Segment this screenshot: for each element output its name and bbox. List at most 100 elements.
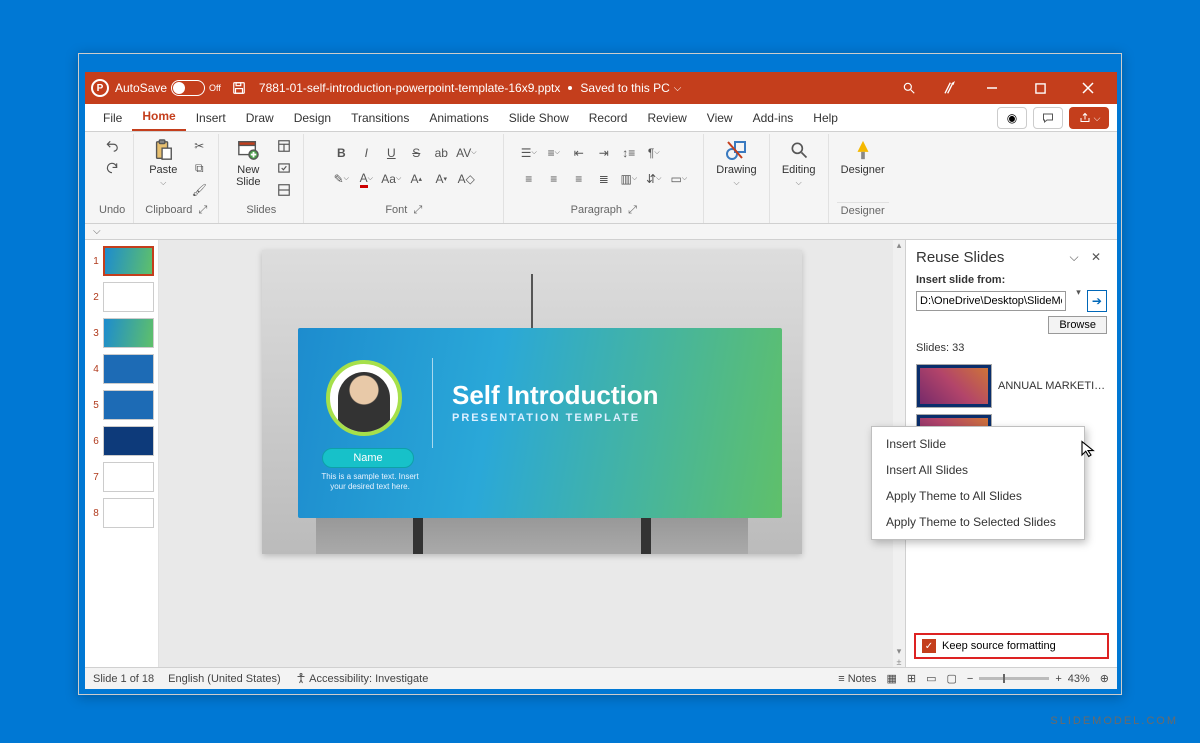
copy-button[interactable]: ⧉ (188, 158, 210, 178)
thumbnail-5[interactable]: 5 (89, 390, 154, 420)
thumbnail-1[interactable]: 1 (89, 246, 154, 276)
bullets-button[interactable]: ☰⌵ (518, 142, 540, 164)
indent-inc-button[interactable]: ⇥ (593, 142, 615, 164)
insert-from-label: Insert slide from: (916, 274, 1107, 286)
align-right-button[interactable]: ≡ (568, 168, 590, 190)
sorter-view-icon[interactable]: ⊞ (907, 672, 916, 685)
menu-item-apply-theme-to-selected-slides[interactable]: Apply Theme to Selected Slides (872, 509, 1084, 535)
indent-dec-button[interactable]: ⇤ (568, 142, 590, 164)
layout-button[interactable] (273, 136, 295, 156)
keep-source-formatting[interactable]: ✓ Keep source formatting (914, 633, 1109, 659)
normal-view-icon[interactable]: ▦ (886, 672, 896, 685)
chevron-down-icon[interactable]: ⌵ (1063, 246, 1085, 268)
justify-button[interactable]: ≣ (593, 168, 615, 190)
textdir-button[interactable]: ¶⌵ (643, 142, 665, 164)
menu-item-insert-slide[interactable]: Insert Slide (872, 431, 1084, 457)
zoom-slider[interactable] (979, 677, 1049, 680)
reuse-slide-item[interactable]: ANNUAL MARKETING... (916, 364, 1107, 408)
notes-button[interactable]: ≡ Notes (838, 673, 876, 685)
tab-file[interactable]: File (93, 105, 132, 131)
columns-button[interactable]: ▥⌵ (618, 168, 640, 190)
reading-view-icon[interactable]: ▭ (926, 672, 936, 685)
thumbnail-7[interactable]: 7 (89, 462, 154, 492)
ribbon-collapse-row[interactable]: ⌵ (85, 224, 1117, 240)
thumbnail-2[interactable]: 2 (89, 282, 154, 312)
cut-button[interactable]: ✂ (188, 136, 210, 156)
tab-review[interactable]: Review (637, 105, 696, 131)
save-icon[interactable] (231, 80, 247, 96)
minimize-button[interactable] (969, 72, 1015, 104)
shadow-button[interactable]: ab (430, 142, 452, 164)
zoom-in-icon[interactable]: + (1055, 673, 1061, 685)
tab-animations[interactable]: Animations (419, 105, 498, 131)
redo-button[interactable] (101, 158, 123, 178)
thumbnail-8[interactable]: 8 (89, 498, 154, 528)
grow-font-button[interactable]: A▴ (405, 168, 427, 190)
drawing-button[interactable]: Drawing⌵ (712, 136, 760, 190)
clear-format-button[interactable]: A◇ (455, 168, 477, 190)
tab-help[interactable]: Help (803, 105, 848, 131)
strike-button[interactable]: S (405, 142, 427, 164)
search-icon[interactable] (889, 72, 929, 104)
smartart-button[interactable]: ▭⌵ (668, 168, 690, 190)
tab-slide-show[interactable]: Slide Show (499, 105, 579, 131)
filename-area[interactable]: 7881-01-self-introduction-powerpoint-tem… (259, 81, 889, 95)
align-left-button[interactable]: ≡ (518, 168, 540, 190)
menu-item-insert-all-slides[interactable]: Insert All Slides (872, 457, 1084, 483)
underline-button[interactable]: U (380, 142, 402, 164)
slide-preview[interactable]: Self Introduction PRESENTATION TEMPLATE … (262, 250, 802, 554)
fit-to-window-icon[interactable]: ⊕ (1100, 672, 1109, 685)
slide-counter[interactable]: Slide 1 of 18 (93, 673, 154, 685)
thumbnail-3[interactable]: 3 (89, 318, 154, 348)
menu-item-apply-theme-to-all-slides[interactable]: Apply Theme to All Slides (872, 483, 1084, 509)
tab-view[interactable]: View (697, 105, 743, 131)
autosave-toggle[interactable]: AutoSave Off (115, 80, 221, 96)
browse-button[interactable]: Browse (1048, 316, 1107, 334)
highlight-button[interactable]: ✎⌵ (330, 168, 352, 190)
go-button[interactable]: ➔ (1087, 290, 1107, 312)
maximize-button[interactable] (1017, 72, 1063, 104)
close-button[interactable] (1065, 72, 1111, 104)
section-button[interactable] (273, 180, 295, 200)
format-painter-button[interactable]: 🖌 (188, 180, 210, 200)
fontcolor-button[interactable]: A⌵ (355, 168, 377, 190)
accessibility[interactable]: Accessibility: Investigate (295, 672, 429, 685)
slide-thumbnails[interactable]: 1 2 3 4 5 6 7 8 (85, 240, 159, 667)
tab-record[interactable]: Record (579, 105, 638, 131)
changecase-button[interactable]: Aa⌵ (380, 168, 402, 190)
insert-from-input[interactable] (916, 291, 1066, 311)
alignvert-button[interactable]: ⇵⌵ (643, 168, 665, 190)
paste-button[interactable]: Paste ⌵ (142, 136, 184, 190)
close-icon[interactable]: ✕ (1085, 246, 1107, 268)
checkbox-checked-icon[interactable]: ✓ (922, 639, 936, 653)
editing-button[interactable]: Editing⌵ (778, 136, 820, 190)
numbering-button[interactable]: ≡⌵ (543, 142, 565, 164)
linespace-button[interactable]: ↕≡ (618, 142, 640, 164)
tab-transitions[interactable]: Transitions (341, 105, 419, 131)
new-slide-button[interactable]: New Slide (227, 136, 269, 190)
align-center-button[interactable]: ≡ (543, 168, 565, 190)
thumbnail-4[interactable]: 4 (89, 354, 154, 384)
reset-button[interactable] (273, 158, 295, 178)
language[interactable]: English (United States) (168, 673, 281, 685)
coming-soon-icon[interactable] (931, 72, 967, 104)
tab-design[interactable]: Design (284, 105, 341, 131)
tab-insert[interactable]: Insert (186, 105, 236, 131)
comments-button[interactable] (1033, 107, 1063, 129)
tab-home[interactable]: Home (132, 103, 185, 131)
tab-draw[interactable]: Draw (236, 105, 284, 131)
designer-button[interactable]: Designer (837, 136, 889, 178)
bold-button[interactable]: B (330, 142, 352, 164)
shrink-font-button[interactable]: A▾ (430, 168, 452, 190)
italic-button[interactable]: I (355, 142, 377, 164)
zoom-out-icon[interactable]: − (967, 673, 973, 685)
tab-add-ins[interactable]: Add-ins (743, 105, 804, 131)
zoom-control[interactable]: − + 43% (967, 673, 1090, 685)
thumbnail-6[interactable]: 6 (89, 426, 154, 456)
share-button[interactable]: ⌵ (1069, 107, 1109, 129)
slideshow-icon[interactable]: ▢ (946, 672, 956, 685)
charspace-button[interactable]: AV⌵ (455, 142, 477, 164)
undo-button[interactable] (101, 136, 123, 156)
toggle-switch[interactable] (171, 80, 205, 96)
record-button[interactable]: ◉ (997, 107, 1027, 129)
